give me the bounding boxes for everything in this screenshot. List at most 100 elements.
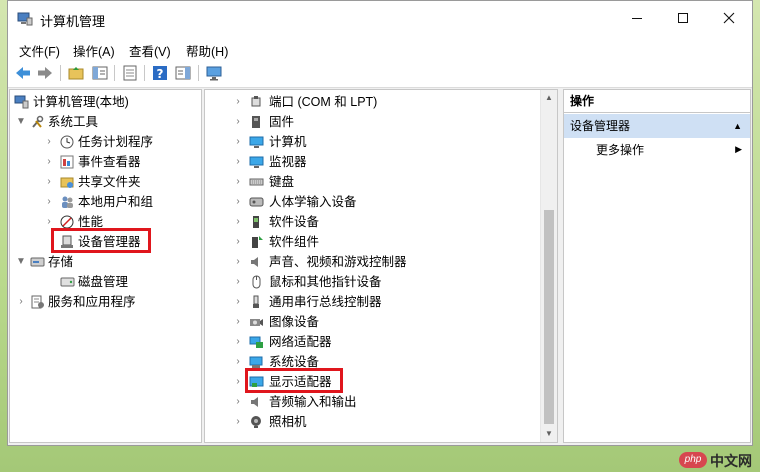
scroll-down-icon[interactable]: ▼ xyxy=(541,426,557,442)
chevron-right-icon[interactable]: › xyxy=(233,252,243,272)
software-device-icon xyxy=(253,216,259,228)
watermark-badge: php xyxy=(679,452,707,468)
device-category-label: 软件设备 xyxy=(269,215,320,229)
tree-item-label: 共享文件夹 xyxy=(78,175,141,189)
chevron-right-icon[interactable]: › xyxy=(233,412,243,432)
scroll-thumb[interactable] xyxy=(544,210,554,424)
console-tree-pane: 计算机管理(本地) ▼ 系统工具 › 任务计划程序 › 事件查看器 › 共享文件… xyxy=(9,89,202,443)
chevron-up-icon[interactable]: ▲ xyxy=(733,114,742,138)
chevron-down-icon[interactable]: ▼ xyxy=(16,252,26,272)
hid-icon xyxy=(249,197,264,207)
monitor-icon[interactable] xyxy=(205,64,223,82)
menu-help[interactable]: 帮助(H) xyxy=(186,41,228,60)
actions-header: 操作 xyxy=(564,90,750,113)
minimize-icon xyxy=(632,18,642,19)
menu-bar: 文件(F) 操作(A) 查看(V) 帮助(H) xyxy=(8,37,752,59)
tree-item-label: 系统工具 xyxy=(48,115,99,129)
chevron-right-icon[interactable]: › xyxy=(233,352,243,372)
show-hide-pane-icon[interactable] xyxy=(174,64,192,82)
close-icon xyxy=(723,12,735,24)
device-category-label: 通用串行总线控制器 xyxy=(269,295,382,309)
menu-file[interactable]: 文件(F) xyxy=(19,41,60,60)
watermark-text: 中文网 xyxy=(710,453,752,469)
toolbar-separator xyxy=(60,65,61,81)
clock-icon xyxy=(60,135,74,149)
scroll-up-icon[interactable]: ▲ xyxy=(541,90,557,106)
chevron-right-icon[interactable]: › xyxy=(44,192,54,212)
actions-section-label: 设备管理器 xyxy=(570,119,631,133)
port-icon xyxy=(251,96,261,107)
toolbar-separator xyxy=(198,65,199,81)
actions-section-device-manager[interactable]: 设备管理器 ▲ xyxy=(564,114,750,138)
computer-management-icon xyxy=(17,12,33,26)
chevron-right-icon[interactable]: › xyxy=(44,152,54,172)
software-component-icon xyxy=(252,236,263,248)
chevron-right-icon[interactable]: › xyxy=(233,92,243,112)
chevron-right-icon[interactable]: › xyxy=(233,372,243,392)
minimize-button[interactable] xyxy=(614,1,660,37)
chevron-right-icon[interactable]: › xyxy=(44,172,54,192)
toolbar-separator xyxy=(114,65,115,81)
highlight-device-manager xyxy=(51,228,151,253)
monitor-icon xyxy=(249,156,264,168)
chevron-right-icon[interactable]: ▶ xyxy=(735,144,742,155)
chevron-right-icon[interactable]: › xyxy=(16,292,26,312)
chevron-down-icon[interactable]: ▼ xyxy=(16,112,26,132)
title-bar: 计算机管理 xyxy=(8,1,752,37)
menu-view[interactable]: 查看(V) xyxy=(129,41,171,60)
chevron-right-icon[interactable]: › xyxy=(233,332,243,352)
device-list-pane: › 端口 (COM 和 LPT) › 固件 › 计算机 › 监视器 › 键盘 ›… xyxy=(204,89,558,443)
maximize-icon xyxy=(678,13,688,23)
shared-folder-icon xyxy=(60,177,74,188)
maximize-button[interactable] xyxy=(660,1,706,37)
device-list-scrollbar[interactable]: ▲ ▼ xyxy=(540,90,557,442)
device-category-label: 固件 xyxy=(269,115,295,129)
chevron-right-icon[interactable]: › xyxy=(233,212,243,232)
help-icon[interactable]: ? xyxy=(151,64,169,82)
usb-icon xyxy=(253,295,259,308)
console-tree-icon[interactable] xyxy=(91,64,109,82)
menu-action[interactable]: 操作(A) xyxy=(73,41,115,60)
camera-device-icon xyxy=(250,319,263,326)
chevron-right-icon[interactable]: › xyxy=(233,152,243,172)
users-icon xyxy=(62,196,73,208)
device-category-label: 网络适配器 xyxy=(269,335,332,349)
chevron-right-icon[interactable]: › xyxy=(44,132,54,152)
device-category-label: 人体学输入设备 xyxy=(269,195,357,209)
up-folder-icon[interactable] xyxy=(67,64,85,82)
computer-icon xyxy=(249,136,264,148)
chevron-right-icon[interactable]: › xyxy=(233,112,243,132)
close-button[interactable] xyxy=(706,1,752,37)
more-actions-link[interactable]: 更多操作 xyxy=(596,141,644,158)
toolbar-separator xyxy=(144,65,145,81)
tree-item-label: 任务计划程序 xyxy=(78,135,154,149)
chevron-right-icon[interactable]: › xyxy=(233,292,243,312)
device-category-label: 计算机 xyxy=(269,135,307,149)
device-category-label: 音频输入和输出 xyxy=(269,395,357,409)
tree-item-label: 磁盘管理 xyxy=(78,275,129,289)
highlight-display-adapters xyxy=(245,368,343,393)
window-title: 计算机管理 xyxy=(40,14,106,29)
chevron-right-icon[interactable]: › xyxy=(233,132,243,152)
keyboard-icon xyxy=(249,178,264,186)
watermark-logo: php 中文网 xyxy=(676,447,760,472)
storage-icon xyxy=(30,257,45,267)
disk-icon xyxy=(60,277,75,287)
computer-management-icon xyxy=(14,95,29,109)
back-arrow-icon[interactable] xyxy=(14,64,32,82)
audio-io-icon xyxy=(251,397,258,407)
services-icon xyxy=(31,295,44,309)
chevron-right-icon[interactable]: › xyxy=(233,172,243,192)
system-device-icon xyxy=(249,356,263,368)
chevron-right-icon[interactable]: › xyxy=(233,232,243,252)
chevron-right-icon[interactable]: › xyxy=(233,312,243,332)
actions-pane: 操作 设备管理器 ▲ 更多操作 ▶ xyxy=(563,89,751,443)
device-category-label: 监视器 xyxy=(269,155,307,169)
tree-item-label: 计算机管理(本地) xyxy=(33,95,129,109)
network-adapter-icon xyxy=(249,336,263,348)
properties-icon[interactable] xyxy=(121,64,139,82)
chevron-right-icon[interactable]: › xyxy=(233,192,243,212)
forward-arrow-icon[interactable] xyxy=(36,64,54,82)
chevron-right-icon[interactable]: › xyxy=(233,392,243,412)
chevron-right-icon[interactable]: › xyxy=(233,272,243,292)
